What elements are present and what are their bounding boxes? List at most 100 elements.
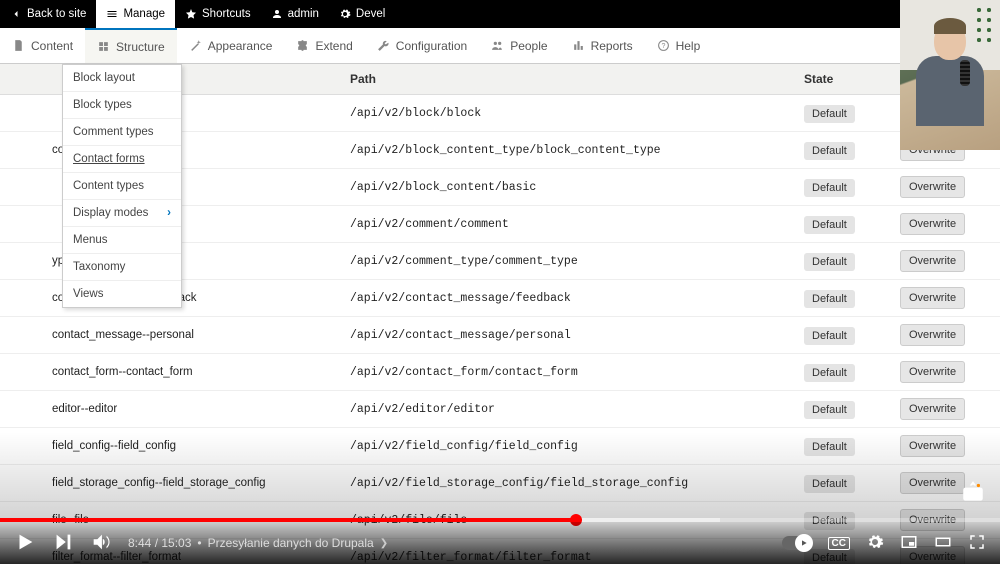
menu-content-types[interactable]: Content types bbox=[63, 173, 181, 200]
row-path: /api/v2/block_content_type/block_content… bbox=[350, 144, 804, 157]
row-state: Default bbox=[804, 180, 900, 194]
tab-appearance[interactable]: Appearance bbox=[177, 28, 285, 63]
row-state: Default bbox=[804, 476, 900, 490]
row-path: /api/v2/field_storage_config/field_stora… bbox=[350, 477, 804, 490]
chapter-title[interactable]: Przesyłanie danych do Drupala bbox=[208, 536, 374, 550]
puzzle-icon bbox=[296, 39, 309, 52]
overwrite-button[interactable]: Overwrite bbox=[900, 324, 965, 346]
row-ops: Overwrite bbox=[900, 176, 1000, 198]
row-state: Default bbox=[804, 106, 900, 120]
state-badge: Default bbox=[804, 179, 855, 197]
hamburger-icon bbox=[106, 8, 118, 20]
row-name: field_config--field_config bbox=[0, 440, 350, 452]
state-badge: Default bbox=[804, 253, 855, 271]
menu-block-types[interactable]: Block types bbox=[63, 92, 181, 119]
toolbar-shortcuts[interactable]: Shortcuts bbox=[175, 0, 261, 28]
state-badge: Default bbox=[804, 142, 855, 160]
play-button[interactable] bbox=[14, 531, 36, 556]
row-state: Default bbox=[804, 365, 900, 379]
state-badge: Default bbox=[804, 401, 855, 419]
row-ops: Overwrite bbox=[900, 398, 1000, 420]
row-name: contact_message--personal bbox=[0, 329, 350, 341]
state-badge: Default bbox=[804, 438, 855, 456]
next-button[interactable] bbox=[52, 531, 74, 556]
tab-people-label: People bbox=[510, 39, 547, 53]
overwrite-button[interactable]: Overwrite bbox=[900, 398, 965, 420]
tab-help[interactable]: ? Help bbox=[645, 28, 713, 63]
star-icon bbox=[185, 8, 197, 20]
row-state: Default bbox=[804, 291, 900, 305]
captions-button[interactable]: CC bbox=[828, 537, 850, 550]
chevron-right-icon: › bbox=[167, 207, 171, 219]
tab-people[interactable]: People bbox=[479, 28, 559, 63]
miniplayer-button[interactable] bbox=[900, 533, 918, 554]
menu-views[interactable]: Views bbox=[63, 281, 181, 307]
structure-dropdown: Block layout Block types Comment types C… bbox=[62, 64, 182, 308]
toolbar-back-label: Back to site bbox=[27, 8, 86, 20]
play-small-icon bbox=[800, 539, 808, 547]
overwrite-button[interactable]: Overwrite bbox=[900, 250, 965, 272]
toolbar-devel[interactable]: Devel bbox=[329, 0, 395, 28]
tab-structure[interactable]: Structure bbox=[85, 28, 177, 63]
overwrite-button[interactable]: Overwrite bbox=[900, 435, 965, 457]
col-header-path[interactable]: Path bbox=[350, 72, 804, 86]
row-path: /api/v2/contact_form/contact_form bbox=[350, 366, 804, 379]
tab-extend-label: Extend bbox=[315, 39, 352, 53]
settings-button[interactable] bbox=[866, 533, 884, 554]
volume-button[interactable] bbox=[90, 531, 112, 556]
menu-comment-types[interactable]: Comment types bbox=[63, 119, 181, 146]
row-state: Default bbox=[804, 328, 900, 342]
wand-icon bbox=[189, 39, 202, 52]
state-badge: Default bbox=[804, 364, 855, 382]
row-path: /api/v2/contact_message/feedback bbox=[350, 292, 804, 305]
wrench-icon bbox=[377, 39, 390, 52]
row-state: Default bbox=[804, 143, 900, 157]
video-controls: 8:44 / 15:03 • Przesyłanie danych do Dru… bbox=[0, 522, 1000, 564]
toolbar-user-label: admin bbox=[288, 8, 319, 20]
toolbar-manage[interactable]: Manage bbox=[96, 0, 175, 28]
table-row: contact_message--personal/api/v2/contact… bbox=[0, 317, 1000, 354]
row-state: Default bbox=[804, 217, 900, 231]
menu-display-modes[interactable]: Display modes › bbox=[63, 200, 181, 227]
overwrite-button[interactable]: Overwrite bbox=[900, 361, 965, 383]
overwrite-button[interactable]: Overwrite bbox=[900, 213, 965, 235]
row-ops: Overwrite bbox=[900, 213, 1000, 235]
people-icon bbox=[491, 39, 504, 52]
tab-configuration[interactable]: Configuration bbox=[365, 28, 479, 63]
menu-block-layout[interactable]: Block layout bbox=[63, 65, 181, 92]
menu-taxonomy[interactable]: Taxonomy bbox=[63, 254, 181, 281]
row-ops: Overwrite bbox=[900, 435, 1000, 457]
svg-text:?: ? bbox=[661, 43, 665, 50]
row-name: editor--editor bbox=[0, 403, 350, 415]
theater-button[interactable] bbox=[934, 533, 952, 554]
autoplay-toggle[interactable] bbox=[782, 536, 812, 550]
tab-extend[interactable]: Extend bbox=[284, 28, 364, 63]
video-time: 8:44 / 15:03 • Przesyłanie danych do Dru… bbox=[128, 536, 388, 550]
menu-contact-forms[interactable]: Contact forms bbox=[63, 146, 181, 173]
tab-content-label: Content bbox=[31, 39, 73, 53]
tab-help-label: Help bbox=[676, 39, 701, 53]
state-badge: Default bbox=[804, 216, 855, 234]
state-badge: Default bbox=[804, 475, 855, 493]
overwrite-button[interactable]: Overwrite bbox=[900, 176, 965, 198]
admin-tabs: Content Structure Appearance Extend Conf… bbox=[0, 28, 1000, 64]
row-path: /api/v2/block/block bbox=[350, 107, 804, 120]
overwrite-button[interactable]: Overwrite bbox=[900, 472, 965, 494]
tab-content[interactable]: Content bbox=[0, 28, 85, 63]
menu-menus[interactable]: Menus bbox=[63, 227, 181, 254]
toolbar-shortcuts-label: Shortcuts bbox=[202, 8, 251, 20]
table-row: editor--editor/api/v2/editor/editorDefau… bbox=[0, 391, 1000, 428]
tab-structure-label: Structure bbox=[116, 40, 165, 54]
toolbar-back-to-site[interactable]: Back to site bbox=[0, 0, 96, 28]
state-badge: Default bbox=[804, 290, 855, 308]
row-state: Default bbox=[804, 254, 900, 268]
fullscreen-button[interactable] bbox=[968, 533, 986, 554]
state-badge: Default bbox=[804, 105, 855, 123]
overwrite-button[interactable]: Overwrite bbox=[900, 287, 965, 309]
menu-display-modes-label: Display modes bbox=[73, 207, 148, 219]
tab-reports[interactable]: Reports bbox=[560, 28, 645, 63]
row-path: /api/v2/contact_message/personal bbox=[350, 329, 804, 342]
structure-icon bbox=[97, 40, 110, 53]
col-header-state[interactable]: State bbox=[804, 72, 900, 86]
toolbar-user[interactable]: admin bbox=[261, 0, 329, 28]
